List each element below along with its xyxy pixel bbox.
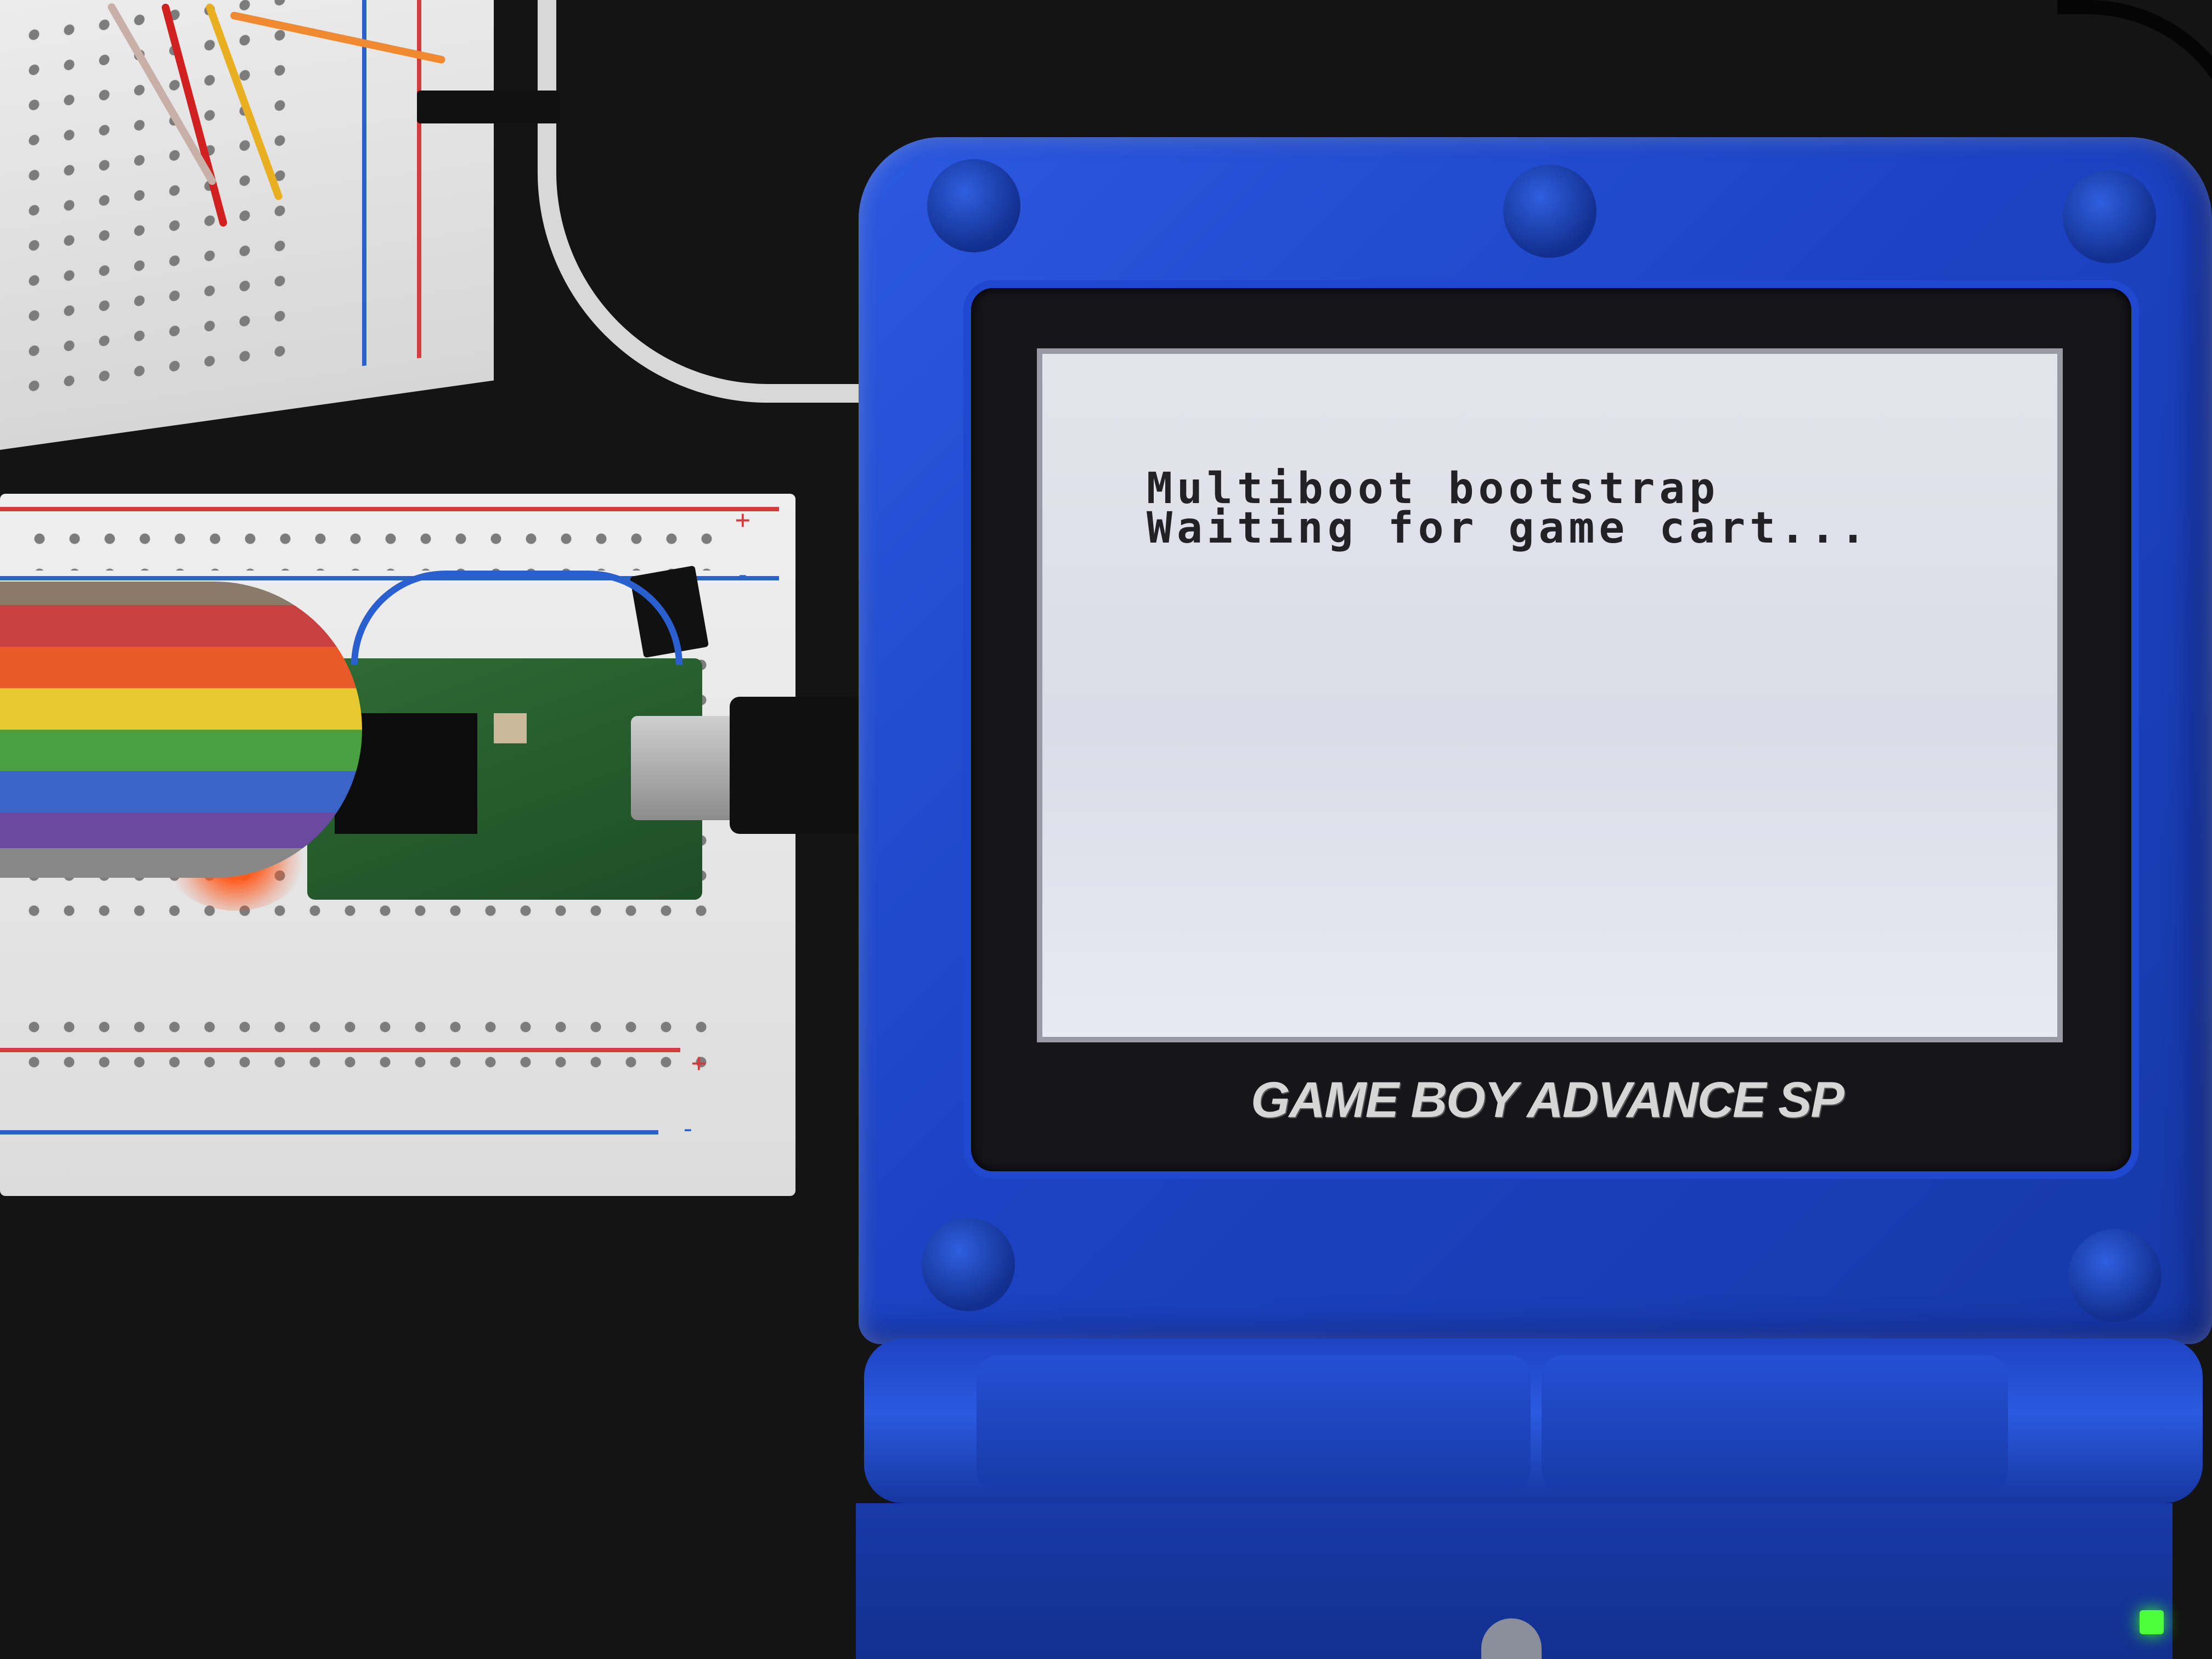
usb-port <box>631 716 735 820</box>
blue-rail-bottom <box>0 1130 658 1135</box>
white-usb-cable <box>538 0 896 403</box>
plus-rail-label: + <box>735 505 751 534</box>
hinge-segment-right <box>1542 1355 2008 1492</box>
lcd-screen <box>1037 348 2063 1042</box>
screw-cover-bottom-right <box>2068 1229 2162 1322</box>
upper-breadboard <box>0 0 494 450</box>
screw-cover-bottom-left <box>922 1218 1015 1311</box>
screw-cover-top-left <box>927 159 1020 252</box>
screw-cover-top-center <box>1503 165 1596 258</box>
power-rail-holes-bottom <box>16 1009 719 1075</box>
power-rail-holes <box>22 521 735 571</box>
breadboard-holes <box>16 0 302 404</box>
red-rail-top <box>0 507 779 511</box>
red-rail-bottom <box>0 1048 680 1052</box>
hinge-segment-left <box>977 1355 1531 1492</box>
minus-rail-label: - <box>735 560 751 589</box>
crystal <box>494 713 527 743</box>
lcd-line-2: Waiting for game cart... <box>1147 504 1871 553</box>
minus-rail-label-bottom: - <box>680 1114 696 1143</box>
rainbow-ribbon-cable <box>0 582 362 878</box>
plus-rail-label-bottom: + <box>691 1048 707 1077</box>
photo-scene: + - + - Multiboot bootstrap Waiting for … <box>0 0 2212 1659</box>
blue-rail <box>362 0 366 366</box>
screw-cover-top-right <box>2063 170 2156 263</box>
jumper-connector <box>417 91 560 123</box>
blue-jumper-wire <box>351 571 682 665</box>
gba-sp-logo: GAME BOY ADVANCE SP <box>1251 1072 1844 1128</box>
usb-cable-plug <box>730 697 872 834</box>
lcd-message: Multiboot bootstrap Waiting for game car… <box>1147 467 2024 550</box>
power-led <box>2140 1610 2164 1634</box>
